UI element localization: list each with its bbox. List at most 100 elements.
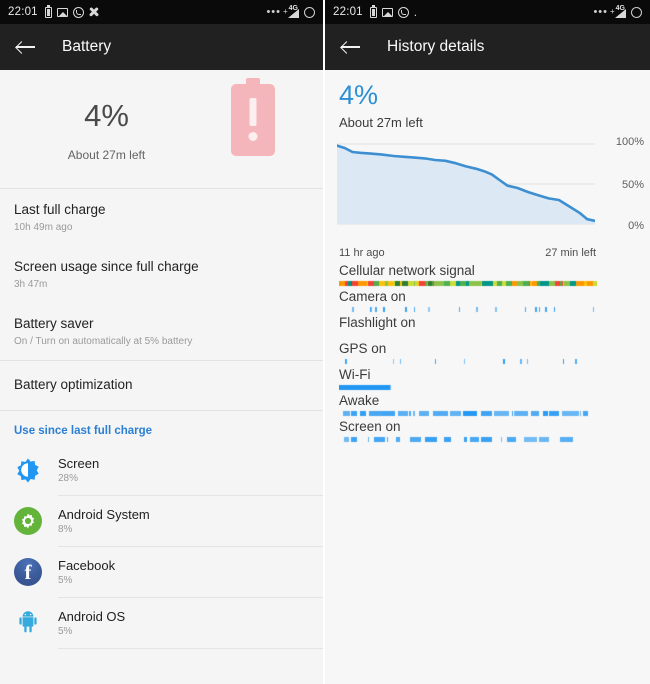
app-name: Facebook bbox=[58, 557, 116, 573]
divider bbox=[58, 647, 323, 649]
history-item-cellular-network-signal[interactable]: Cellular network signal bbox=[339, 263, 636, 287]
signal-label: 4G bbox=[615, 4, 625, 12]
ellipsis-icon: ••• bbox=[266, 6, 281, 18]
setting-title: Battery saver bbox=[14, 315, 94, 331]
setting-subtitle: 3h 47m bbox=[14, 278, 48, 290]
battery-history-chart: 100% 50% 0% bbox=[325, 136, 650, 245]
app-info: Facebook 5% bbox=[58, 558, 115, 586]
app-usage: 28% bbox=[58, 472, 79, 484]
app-row-screen[interactable]: Screen 28% bbox=[0, 445, 323, 495]
battery-level-plot bbox=[337, 143, 595, 225]
app-row-facebook[interactable]: Facebook 5% bbox=[0, 547, 323, 597]
battery-settings-screen: 22:01 ••• + 4G Battery 4% About 27m left… bbox=[0, 0, 325, 684]
x-axis-label-end: 27 min left bbox=[545, 247, 596, 259]
photos-icon bbox=[381, 7, 393, 17]
battery-percent: 4% bbox=[339, 80, 379, 110]
status-notification-icons: . bbox=[369, 4, 418, 19]
history-item-camera-on[interactable]: Camera on bbox=[339, 289, 636, 313]
history-bar bbox=[339, 332, 636, 339]
history-item-awake[interactable]: Awake bbox=[339, 393, 636, 417]
history-item-wifi[interactable]: Wi-Fi bbox=[339, 367, 636, 391]
setting-title: Screen usage since full charge bbox=[14, 258, 199, 274]
app-usage: 8% bbox=[58, 523, 73, 535]
status-time: 22:01 bbox=[8, 6, 38, 18]
y-axis-label-50: 50% bbox=[621, 179, 644, 191]
exclamation-dot bbox=[248, 132, 258, 141]
y-axis-label-0: 0% bbox=[628, 220, 644, 232]
history-label: Cellular network signal bbox=[339, 263, 475, 278]
app-name: Android System bbox=[58, 506, 150, 522]
history-item-screen-on[interactable]: Screen on bbox=[339, 419, 636, 443]
page-title: History details bbox=[387, 38, 485, 55]
setting-battery-saver[interactable]: Battery saver On / Turn on automatically… bbox=[0, 303, 323, 360]
facebook-icon bbox=[14, 557, 42, 586]
status-bar-left: 22:01 ••• + 4G bbox=[0, 0, 323, 24]
ellipsis-icon: ••• bbox=[593, 6, 608, 18]
history-label: Flashlight on bbox=[339, 315, 416, 330]
history-bar bbox=[339, 280, 636, 287]
signal-label: 4G bbox=[288, 4, 298, 12]
whatsapp-icon bbox=[72, 6, 84, 18]
history-label: GPS on bbox=[339, 341, 387, 356]
action-bar-right: History details bbox=[325, 24, 650, 70]
app-name: Android OS bbox=[58, 608, 126, 624]
signal-4g-icon: + 4G bbox=[283, 4, 299, 18]
x-axis-labels: 11 hr ago 27 min left bbox=[325, 245, 650, 259]
setting-battery-optimization[interactable]: Battery optimization bbox=[0, 361, 323, 410]
battery-saver-icon bbox=[44, 4, 52, 18]
android-robot-icon bbox=[14, 609, 42, 637]
history-label: Screen on bbox=[339, 419, 401, 434]
setting-title: Battery optimization bbox=[14, 376, 133, 392]
app-row-android-os[interactable]: Android OS 5% bbox=[0, 598, 323, 648]
history-bar bbox=[339, 384, 636, 391]
dot-icon: . bbox=[413, 5, 418, 19]
section-header-use-since-last-full-charge: Use since last full charge bbox=[14, 424, 153, 437]
history-label: Awake bbox=[339, 393, 380, 408]
history-bars: Cellular network signal Camera on Flashl… bbox=[325, 263, 650, 443]
battery-hero: 4% About 27m left bbox=[0, 70, 323, 188]
y-axis-label-100: 100% bbox=[615, 136, 644, 148]
history-body: 4% About 27m left 100% 50% 0% 11 hr ago … bbox=[325, 70, 650, 684]
app-info: Android System 8% bbox=[58, 507, 150, 535]
battery-saver-icon bbox=[369, 4, 377, 18]
battery-time-left: About 27m left bbox=[339, 115, 423, 130]
status-bar-right: 22:01 . ••• + 4G bbox=[325, 0, 650, 24]
history-label: Camera on bbox=[339, 289, 406, 304]
setting-title: Last full charge bbox=[14, 202, 106, 217]
app-row-android-system[interactable]: Android System 8% bbox=[0, 496, 323, 546]
status-system-icons: ••• + 4G bbox=[266, 4, 315, 18]
pinwheel-icon bbox=[89, 7, 100, 18]
app-info: Android OS 5% bbox=[58, 609, 125, 637]
history-item-flashlight-on[interactable]: Flashlight on bbox=[339, 315, 636, 339]
history-label: Wi-Fi bbox=[339, 367, 371, 382]
app-name: Screen bbox=[58, 455, 100, 471]
page-title: Battery bbox=[62, 38, 112, 55]
history-bar bbox=[339, 306, 636, 313]
signal-4g-icon: + 4G bbox=[610, 4, 626, 18]
setting-subtitle: 10h 49m ago bbox=[14, 221, 73, 233]
dual-screenshot: 22:01 ••• + 4G Battery 4% About 27m left… bbox=[0, 0, 650, 684]
history-item-gps-on[interactable]: GPS on bbox=[339, 341, 636, 365]
app-usage: 5% bbox=[58, 625, 73, 637]
circle-icon bbox=[304, 6, 315, 18]
status-time: 22:01 bbox=[333, 6, 363, 18]
action-bar-left: Battery bbox=[0, 24, 323, 70]
history-details-screen: 22:01 . ••• + 4G History details 4% Abou… bbox=[325, 0, 650, 684]
photos-icon bbox=[56, 7, 68, 17]
history-bar bbox=[339, 410, 636, 417]
battery-alert-icon bbox=[231, 78, 275, 156]
history-bar bbox=[339, 358, 636, 365]
app-info: Screen 28% bbox=[58, 456, 99, 484]
setting-last-full-charge[interactable]: Last full charge 10h 49m ago bbox=[0, 189, 323, 246]
x-axis-label-start: 11 hr ago bbox=[339, 247, 385, 259]
exclamation-bar bbox=[249, 98, 257, 126]
setting-subtitle: On / Turn on automatically at 5% battery bbox=[14, 335, 193, 347]
back-arrow-icon[interactable] bbox=[14, 35, 38, 59]
setting-screen-usage[interactable]: Screen usage since full charge 3h 47m bbox=[0, 246, 323, 303]
history-bar bbox=[339, 436, 636, 443]
circle-icon bbox=[631, 6, 642, 18]
back-arrow-icon[interactable] bbox=[339, 35, 363, 59]
status-system-icons: ••• + 4G bbox=[593, 4, 642, 18]
status-notification-icons bbox=[44, 4, 100, 18]
battery-body: 4% About 27m left Last full charge 10h 4… bbox=[0, 70, 323, 684]
